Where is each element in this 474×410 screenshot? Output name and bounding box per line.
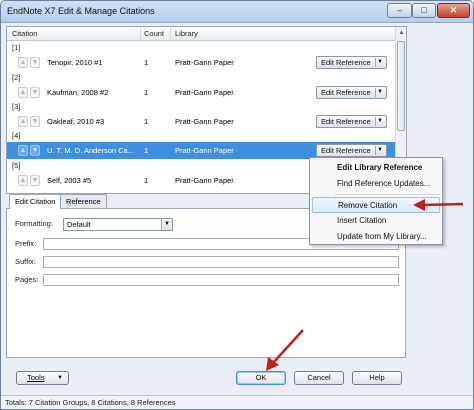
column-header-count[interactable]: Count bbox=[144, 29, 164, 38]
move-down-icon[interactable]: ▼ bbox=[30, 87, 40, 98]
group-label: [1] bbox=[12, 43, 21, 52]
move-down-icon[interactable]: ▼ bbox=[30, 116, 40, 127]
edit-reference-button[interactable]: Edit Reference ▼ bbox=[316, 115, 387, 128]
menu-item-insert-citation[interactable]: Insert Citation bbox=[312, 213, 440, 229]
library-cell: Pratt-Gann Paper bbox=[175, 88, 234, 97]
menu-item-find-reference-updates[interactable]: Find Reference Updates... bbox=[312, 176, 440, 192]
tools-button[interactable]: Tools ▼ bbox=[16, 371, 69, 385]
column-separator[interactable] bbox=[140, 27, 141, 41]
citation-cell: Kaufman, 2008 #2 bbox=[47, 88, 109, 97]
chevron-down-icon: ▼ bbox=[57, 375, 63, 381]
edit-reference-label: Edit Reference bbox=[321, 117, 371, 126]
move-up-icon[interactable]: ▲ bbox=[18, 145, 28, 156]
count-cell: 1 bbox=[144, 58, 149, 67]
citation-row[interactable]: ▲ ▼ Oakleaf, 2010 #3 1 Pratt-Gann Paper … bbox=[7, 113, 396, 130]
pages-field[interactable] bbox=[43, 274, 399, 286]
chevron-down-icon[interactable]: ▼ bbox=[375, 58, 384, 67]
group-label: [5] bbox=[12, 161, 21, 170]
citation-cell: U. T. M. D. Anderson Ca... bbox=[47, 146, 134, 155]
library-cell: Pratt-Gann Paper bbox=[175, 146, 234, 155]
citation-cell: Oakleaf, 2010 #3 bbox=[47, 117, 105, 126]
help-button[interactable]: Help bbox=[352, 371, 402, 385]
move-up-icon[interactable]: ▲ bbox=[18, 116, 28, 127]
move-up-icon[interactable]: ▲ bbox=[18, 175, 28, 186]
library-cell: Pratt-Gann Paper bbox=[175, 117, 234, 126]
count-cell: 1 bbox=[144, 88, 149, 97]
maximize-button[interactable]: □ bbox=[412, 3, 436, 18]
edit-reference-label: Edit Reference bbox=[321, 146, 371, 155]
move-down-icon[interactable]: ▼ bbox=[30, 175, 40, 186]
title-bar[interactable]: EndNote X7 Edit & Manage Citations – □ ✕ bbox=[1, 1, 473, 23]
menu-item-update-from-my-library[interactable]: Update from My Library... bbox=[312, 229, 440, 245]
chevron-down-icon[interactable]: ▼ bbox=[375, 88, 384, 97]
chevron-down-icon[interactable]: ▼ bbox=[375, 146, 384, 155]
count-cell: 1 bbox=[144, 146, 149, 155]
column-header-library[interactable]: Library bbox=[175, 29, 198, 38]
window-title: EndNote X7 Edit & Manage Citations bbox=[7, 6, 155, 16]
minimize-button[interactable]: – bbox=[387, 3, 412, 18]
menu-separator bbox=[335, 194, 440, 195]
scroll-up-icon[interactable]: ▲ bbox=[397, 28, 406, 38]
suffix-label: Suffix: bbox=[15, 257, 36, 266]
citation-cell: Self, 2003 #5 bbox=[47, 176, 92, 185]
citation-cell: Tenopir, 2010 #1 bbox=[47, 58, 103, 67]
column-separator[interactable] bbox=[170, 27, 171, 41]
status-totals: Totals: 7 Citation Groups, 8 Citations, … bbox=[5, 398, 176, 407]
chevron-down-icon[interactable]: ▼ bbox=[161, 219, 172, 230]
pages-label: Pages: bbox=[15, 275, 39, 284]
cancel-button[interactable]: Cancel bbox=[294, 371, 344, 385]
citation-row[interactable]: ▲ ▼ Tenopir, 2010 #1 1 Pratt-Gann Paper … bbox=[7, 54, 396, 71]
count-cell: 1 bbox=[144, 117, 149, 126]
suffix-field[interactable] bbox=[43, 256, 399, 268]
ok-button[interactable]: OK bbox=[236, 371, 286, 385]
move-up-icon[interactable]: ▲ bbox=[18, 87, 28, 98]
library-cell: Pratt-Gann Paper bbox=[175, 176, 234, 185]
edit-reference-menu: Edit Library Reference Find Reference Up… bbox=[309, 157, 443, 245]
group-label: [2] bbox=[12, 73, 21, 82]
edit-reference-button[interactable]: Edit Reference ▼ bbox=[316, 86, 387, 99]
menu-item-remove-citation[interactable]: Remove Citation bbox=[312, 197, 440, 213]
library-cell: Pratt-Gann Paper bbox=[175, 58, 234, 67]
tab-reference[interactable]: Reference bbox=[60, 194, 107, 208]
edit-reference-button[interactable]: Edit Reference ▼ bbox=[316, 56, 387, 69]
chevron-down-icon[interactable]: ▼ bbox=[375, 117, 384, 126]
column-header-citation[interactable]: Citation bbox=[12, 29, 37, 38]
prefix-label: Prefix: bbox=[15, 239, 37, 248]
formatting-label: Formatting: bbox=[15, 219, 53, 228]
edit-reference-label: Edit Reference bbox=[321, 88, 371, 97]
move-down-icon[interactable]: ▼ bbox=[30, 57, 40, 68]
formatting-select[interactable]: Default ▼ bbox=[63, 218, 173, 231]
tools-label: Tools bbox=[27, 373, 45, 382]
citation-row[interactable]: ▲ ▼ Kaufman, 2008 #2 1 Pratt-Gann Paper … bbox=[7, 84, 396, 101]
move-down-icon[interactable]: ▼ bbox=[30, 145, 40, 156]
group-label: [4] bbox=[12, 131, 21, 140]
close-button[interactable]: ✕ bbox=[437, 3, 470, 18]
group-label: [3] bbox=[12, 102, 21, 111]
menu-item-edit-library-reference[interactable]: Edit Library Reference bbox=[312, 160, 440, 176]
grid-header: Citation Count Library bbox=[7, 27, 396, 41]
edit-reference-button[interactable]: Edit Reference ▼ bbox=[316, 144, 387, 157]
status-bar: Totals: 7 Citation Groups, 8 Citations, … bbox=[1, 395, 473, 409]
scroll-thumb[interactable] bbox=[397, 41, 405, 131]
tab-edit-citation[interactable]: Edit Citation bbox=[9, 194, 62, 209]
formatting-value: Default bbox=[67, 220, 91, 229]
manage-citations-window: EndNote X7 Edit & Manage Citations – □ ✕… bbox=[0, 0, 474, 410]
edit-reference-label: Edit Reference bbox=[321, 58, 371, 67]
count-cell: 1 bbox=[144, 176, 149, 185]
move-up-icon[interactable]: ▲ bbox=[18, 57, 28, 68]
